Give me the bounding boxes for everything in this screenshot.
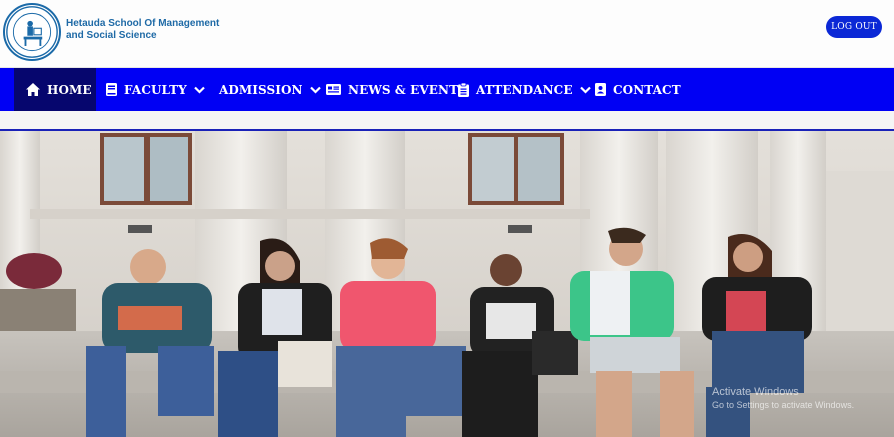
nav-item-faculty[interactable]: FACULTY	[106, 68, 205, 111]
nav-item-news-event[interactable]: NEWS & EVENT	[326, 68, 458, 111]
school-logo[interactable]	[3, 3, 61, 61]
school-name-line1: Hetauda School Of Management	[66, 18, 220, 29]
nav-item-home[interactable]: HOME	[14, 68, 96, 111]
logout-button[interactable]: LOG OUT	[826, 16, 882, 38]
clipboard-icon	[458, 82, 469, 97]
activate-windows-watermark: Activate Windows Go to Settings to activ…	[712, 386, 854, 412]
header-bar: Hetauda School Of Management and Social …	[0, 0, 894, 68]
nav-item-admission[interactable]: ADMISSION	[219, 68, 321, 111]
watermark-line1: Activate Windows	[712, 386, 799, 398]
nav-label-admission: ADMISSION	[219, 82, 303, 97]
nav-label-attendance: ATTENDANCE	[476, 82, 573, 97]
chevron-down-icon	[194, 86, 205, 94]
chevron-down-icon	[579, 86, 591, 94]
nav-item-contact[interactable]: CONTACT	[595, 68, 681, 111]
newspaper-icon	[326, 84, 341, 95]
nav-spacer	[0, 111, 894, 130]
nav-label-home: HOME	[47, 82, 92, 97]
watermark-line2: Go to Settings to activate Windows.	[712, 400, 855, 410]
contact-card-icon	[595, 83, 606, 96]
chevron-down-icon	[309, 86, 321, 94]
home-icon	[26, 83, 40, 96]
school-name-line2: and Social Science	[66, 30, 157, 41]
nav-label-contact: CONTACT	[613, 82, 681, 97]
nav-item-attendance[interactable]: ATTENDANCE	[458, 68, 591, 111]
main-nav: HOME FACULTY ADMISSION NEWS & EVENT ATTE…	[0, 68, 894, 111]
book-icon	[106, 83, 117, 96]
school-name: Hetauda School Of Management and Social …	[66, 18, 236, 42]
nav-label-faculty: FACULTY	[124, 82, 187, 97]
nav-label-news-event: NEWS & EVENT	[348, 82, 459, 97]
